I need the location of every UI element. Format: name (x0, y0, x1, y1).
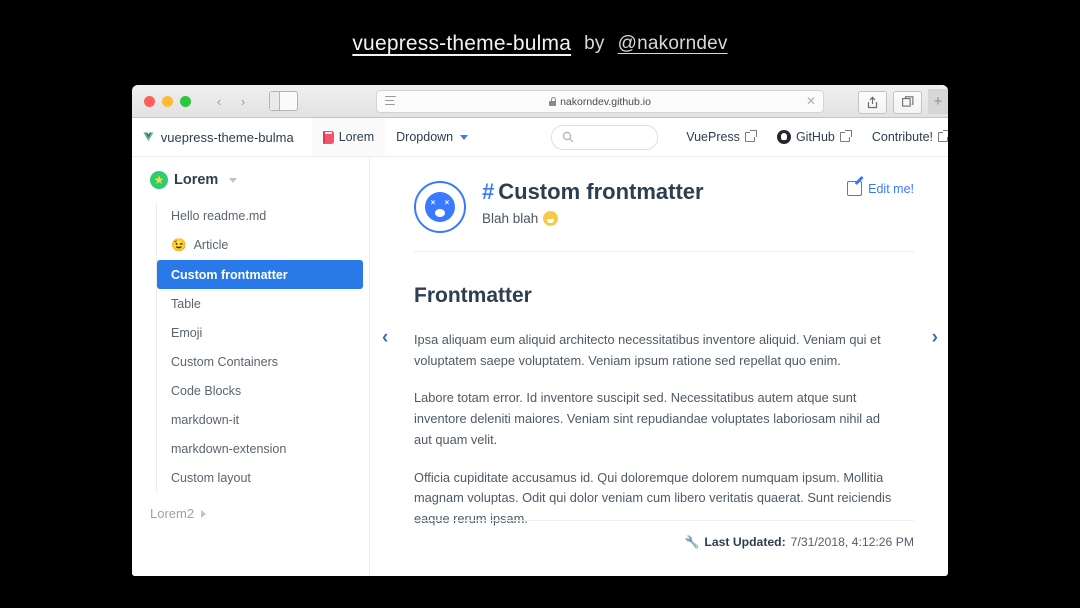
page-title: # Custom frontmatter (482, 179, 704, 205)
page-subtitle-text: Blah blah (482, 211, 539, 227)
body-paragraph: Ipsa aliquam eum aliquid architecto nece… (414, 332, 881, 368)
lock-icon (549, 97, 557, 106)
avatar: × × (414, 181, 466, 233)
tired-face-emoji-icon (543, 211, 559, 227)
page-footer: 🔧 Last Updated: 7/31/2018, 4:12:26 PM (414, 520, 914, 549)
sidebar-item-emoji[interactable]: Emoji (157, 319, 369, 347)
body-paragraph: Labore totam error. Id inventore suscipi… (414, 390, 880, 447)
address-bar-url: nakorndev.github.io (560, 95, 651, 108)
browser-nav-buttons: ‹ › (207, 91, 255, 111)
sidebar-item-article[interactable]: 😉 Article (157, 231, 369, 259)
sidebar-item-label: Code Blocks (171, 384, 242, 398)
forward-icon[interactable]: › (231, 91, 255, 111)
banner-by-label: by (584, 33, 605, 54)
sidebar-group-header[interactable]: ★ Lorem (132, 171, 369, 189)
navbar-link-vuepress[interactable]: VuePress (686, 129, 757, 144)
navbar-item-lorem[interactable]: Lorem (311, 118, 386, 156)
sidebar-item-markdown-it[interactable]: markdown-it (157, 406, 369, 434)
external-link-icon (744, 129, 757, 142)
star-icon: ★ (150, 171, 168, 189)
sidebar-group-lorem2-label: Lorem2 (150, 506, 195, 521)
sidebar: ★ Lorem Hello readme.md 😉 Article Custom… (132, 157, 370, 576)
external-link-icon (938, 129, 948, 142)
navbar-link-contribute-label: Contribute! (871, 130, 933, 144)
maximize-window-button[interactable] (180, 95, 191, 107)
sidebar-toggle-icon[interactable] (269, 91, 298, 111)
close-window-button[interactable] (144, 95, 155, 107)
sidebar-item-label: Custom frontmatter (171, 267, 288, 282)
sidebar-item-label: Hello readme.md (171, 209, 267, 223)
external-link-icon (839, 129, 852, 142)
sidebar-item-label: markdown-it (171, 413, 240, 427)
sidebar-item-markdown-extension[interactable]: markdown-extension (157, 435, 369, 463)
page-subtitle: Blah blah (482, 211, 704, 227)
sidebar-group-lorem2[interactable]: Lorem2 (132, 506, 369, 521)
banner-author: @nakorndev (617, 33, 728, 54)
window-controls[interactable] (144, 95, 191, 107)
minimize-window-button[interactable] (162, 95, 173, 107)
new-tab-button[interactable]: + (928, 89, 948, 114)
navbar-link-github[interactable]: GitHub (776, 129, 852, 144)
page-header: × × # Custom frontmatter Blah blah (414, 179, 914, 252)
navbar-link-github-label: GitHub (795, 130, 835, 144)
reader-view-icon[interactable] (385, 96, 396, 105)
navbar-brand[interactable]: vuepress-theme-bulma (161, 130, 294, 145)
dizzy-face-icon: × × (425, 192, 455, 222)
show-tabs-icon[interactable] (893, 90, 922, 114)
sidebar-item-label: Custom layout (171, 471, 251, 485)
navbar-link-vuepress-label: VuePress (686, 130, 740, 144)
wink-emoji-icon: 😉 (171, 237, 187, 252)
sidebar-item-hello-readme[interactable]: Hello readme.md (157, 202, 369, 230)
toolbar-right: + (858, 89, 948, 114)
sidebar-list: Hello readme.md 😉 Article Custom frontma… (156, 202, 369, 492)
sidebar-item-label: Emoji (171, 326, 203, 340)
site-navbar: vuepress-theme-bulma Lorem Dropdown VueP… (132, 118, 948, 157)
banner-repo-name: vuepress-theme-bulma (352, 32, 572, 55)
sidebar-item-table[interactable]: Table (157, 290, 369, 318)
book-icon (322, 130, 334, 144)
edit-me-label: Edit me! (868, 181, 914, 196)
back-icon[interactable]: ‹ (207, 91, 231, 111)
page-body: ★ Lorem Hello readme.md 😉 Article Custom… (132, 157, 948, 576)
main-content: ‹ › Edit me! × × # Custom frontmatter Bl… (370, 157, 948, 576)
last-updated-value: 7/31/2018, 4:12:26 PM (790, 535, 914, 549)
navbar-item-dropdown-label: Dropdown (396, 130, 454, 144)
share-icon[interactable] (858, 90, 887, 114)
sidebar-item-label: Custom Containers (171, 355, 278, 369)
page-title-text: Custom frontmatter (498, 179, 704, 204)
next-page-arrow[interactable]: › (932, 327, 938, 349)
chevron-down-icon (229, 177, 238, 183)
page-header-text: # Custom frontmatter Blah blah (482, 179, 704, 227)
vue-logo-icon (143, 132, 154, 142)
chevron-down-icon (460, 134, 469, 140)
sidebar-item-custom-layout[interactable]: Custom layout (157, 464, 369, 492)
browser-window: ‹ › nakorndev.github.io ✕ + vuepress-the… (132, 85, 948, 576)
sidebar-item-custom-frontmatter[interactable]: Custom frontmatter (157, 260, 363, 289)
sidebar-item-code-blocks[interactable]: Code Blocks (157, 377, 369, 405)
search-icon (562, 131, 574, 143)
navbar-item-dropdown[interactable]: Dropdown (385, 118, 479, 156)
github-icon (776, 130, 791, 144)
section-heading: Frontmatter (414, 284, 532, 307)
pencil-icon (847, 181, 863, 196)
sidebar-item-custom-containers[interactable]: Custom Containers (157, 348, 369, 376)
hash-symbol: # (482, 179, 495, 204)
sidebar-item-label: markdown-extension (171, 442, 287, 456)
edit-me-link[interactable]: Edit me! (847, 181, 914, 196)
chevron-right-icon (201, 509, 207, 518)
navbar-links: VuePress GitHub Contribute! (686, 129, 948, 144)
last-updated-label: Last Updated: (704, 535, 786, 549)
wrench-icon: 🔧 (684, 535, 700, 549)
sidebar-item-label: Table (171, 297, 201, 311)
navbar-item-lorem-label: Lorem (338, 130, 375, 144)
stop-loading-icon[interactable]: ✕ (806, 94, 816, 109)
sidebar-group-title: Lorem (174, 172, 219, 188)
browser-titlebar: ‹ › nakorndev.github.io ✕ + (132, 85, 948, 118)
address-bar[interactable]: nakorndev.github.io ✕ (376, 90, 824, 113)
sidebar-item-label: Article (193, 238, 229, 252)
prev-page-arrow[interactable]: ‹ (382, 327, 388, 349)
search-input[interactable] (551, 124, 659, 150)
navbar-link-contribute[interactable]: Contribute! (871, 129, 948, 144)
banner: vuepress-theme-bulma by @nakorndev (0, 0, 1080, 88)
